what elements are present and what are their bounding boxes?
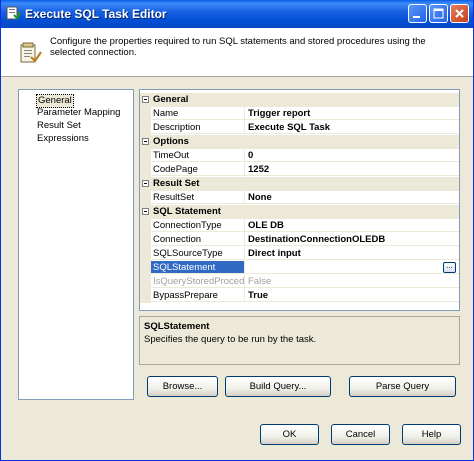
property-name: SQLSourceType xyxy=(151,247,245,260)
property-name: ResultSet xyxy=(151,191,245,204)
nav-item-parameter-mapping[interactable]: Parameter Mapping xyxy=(37,107,120,119)
row-margin xyxy=(140,149,151,163)
property-row-connectiontype[interactable]: ConnectionType OLE DB xyxy=(140,219,459,233)
property-value[interactable]: Trigger report xyxy=(245,107,459,120)
close-window-button[interactable] xyxy=(450,4,469,23)
property-value[interactable]: True xyxy=(245,289,459,302)
property-row-sqlsourcetype[interactable]: SQLSourceType Direct input xyxy=(140,247,459,261)
collapse-icon[interactable] xyxy=(142,180,149,187)
property-name: CodePage xyxy=(151,163,245,176)
row-margin xyxy=(140,191,151,205)
property-row-resultset[interactable]: ResultSet None xyxy=(140,191,459,205)
nav-item-result-set[interactable]: Result Set xyxy=(37,120,81,132)
maximize-button[interactable] xyxy=(429,4,448,23)
row-margin xyxy=(140,121,151,135)
category-label: Options xyxy=(153,136,189,147)
category-result-set[interactable]: Result Set xyxy=(140,177,459,191)
maximize-icon xyxy=(433,8,444,19)
property-grid: General Name Trigger report Description … xyxy=(139,89,460,311)
property-name: SQLStatement xyxy=(151,261,245,274)
nav-item-general[interactable]: General xyxy=(36,94,74,108)
property-name: BypassPrepare xyxy=(151,289,245,302)
property-name: Connection xyxy=(151,233,245,246)
description-title: SQLStatement xyxy=(144,321,210,332)
row-margin xyxy=(140,261,151,275)
property-row-bypassprepare[interactable]: BypassPrepare True xyxy=(140,289,459,303)
property-name: Description xyxy=(151,121,245,134)
window-title: Execute SQL Task Editor xyxy=(25,7,167,21)
execute-sql-task-editor-window: Execute SQL Task Editor Configure the pr… xyxy=(0,0,474,461)
category-sql-statement[interactable]: SQL Statement xyxy=(140,205,459,219)
category-options[interactable]: Options xyxy=(140,135,459,149)
browse-button[interactable]: Browse... xyxy=(147,376,218,397)
property-row-timeout[interactable]: TimeOut 0 xyxy=(140,149,459,163)
property-row-sqlstatement[interactable]: SQLStatement ... xyxy=(140,261,459,275)
row-margin xyxy=(140,247,151,261)
description-text: Specifies the query to be run by the tas… xyxy=(144,334,317,345)
row-margin xyxy=(140,163,151,177)
category-label: General xyxy=(153,94,189,105)
cancel-button[interactable]: Cancel xyxy=(331,424,390,445)
property-name: ConnectionType xyxy=(151,219,245,232)
property-value[interactable]: Direct input xyxy=(245,247,459,260)
ok-button[interactable]: OK xyxy=(260,424,319,445)
row-margin xyxy=(140,275,151,289)
property-value[interactable]: Execute SQL Task xyxy=(245,121,459,134)
row-margin xyxy=(140,107,151,121)
property-value[interactable]: DestinationConnectionOLEDB xyxy=(245,233,459,246)
nav-item-expressions[interactable]: Expressions xyxy=(37,133,89,145)
task-editor-icon xyxy=(20,42,42,63)
property-description-panel: SQLStatement Specifies the query to be r… xyxy=(139,316,460,365)
collapse-icon[interactable] xyxy=(142,208,149,215)
property-name: IsQueryStoredProcedu xyxy=(151,275,245,288)
property-value[interactable]: OLE DB xyxy=(245,219,459,232)
property-name: TimeOut xyxy=(151,149,245,162)
minimize-icon xyxy=(413,16,420,18)
property-value[interactable]: None xyxy=(245,191,459,204)
category-general[interactable]: General xyxy=(140,93,459,107)
row-margin xyxy=(140,219,151,233)
property-row-name[interactable]: Name Trigger report xyxy=(140,107,459,121)
category-label: SQL Statement xyxy=(153,206,221,217)
category-label: Result Set xyxy=(153,178,200,189)
sqlstatement-value-input[interactable] xyxy=(245,261,459,274)
page-navigation-list: General Parameter Mapping Result Set Exp… xyxy=(18,89,134,400)
title-bar[interactable]: Execute SQL Task Editor xyxy=(1,0,473,28)
property-value[interactable]: 1252 xyxy=(245,163,459,176)
close-icon xyxy=(455,9,464,18)
row-margin xyxy=(140,289,151,303)
collapse-icon[interactable] xyxy=(142,96,149,103)
ellipsis-button[interactable]: ... xyxy=(443,262,456,273)
header-description: Configure the properties required to run… xyxy=(50,36,426,58)
row-margin xyxy=(140,233,151,247)
help-button[interactable]: Help xyxy=(402,424,461,445)
collapse-icon[interactable] xyxy=(142,138,149,145)
property-row-isquerystoredprocedure[interactable]: IsQueryStoredProcedu False xyxy=(140,275,459,289)
property-value[interactable]: 0 xyxy=(245,149,459,162)
build-query-button[interactable]: Build Query... xyxy=(225,376,331,397)
property-row-codepage[interactable]: CodePage 1252 xyxy=(140,163,459,177)
parse-query-button[interactable]: Parse Query xyxy=(349,376,456,397)
property-name: Name xyxy=(151,107,245,120)
ssis-task-icon xyxy=(6,6,21,20)
property-value: False xyxy=(245,275,459,288)
property-row-description[interactable]: Description Execute SQL Task xyxy=(140,121,459,135)
property-row-connection[interactable]: Connection DestinationConnectionOLEDB xyxy=(140,233,459,247)
dialog-header: Configure the properties required to run… xyxy=(1,28,473,77)
minimize-button[interactable] xyxy=(408,4,427,23)
